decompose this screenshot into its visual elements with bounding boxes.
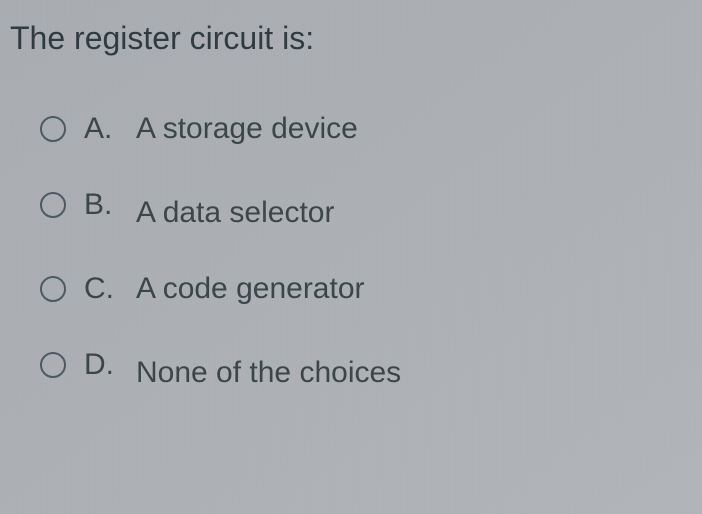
option-letter: A. — [84, 112, 136, 146]
option-text: A storage device — [136, 112, 358, 146]
question-text: The register circuit is: — [10, 20, 692, 57]
option-c[interactable]: C. A code generator — [40, 272, 692, 306]
option-d[interactable]: D. None of the choices — [40, 348, 692, 390]
option-letter: C. — [84, 272, 136, 306]
option-letter: D. — [84, 348, 136, 382]
option-a[interactable]: A. A storage device — [40, 112, 692, 146]
radio-icon[interactable] — [40, 192, 66, 218]
option-text: A code generator — [136, 272, 365, 306]
radio-icon[interactable] — [40, 276, 66, 302]
option-b[interactable]: B. A data selector — [40, 188, 692, 230]
option-text: A data selector — [136, 196, 334, 230]
radio-icon[interactable] — [40, 116, 66, 142]
option-text: None of the choices — [136, 356, 401, 390]
option-letter: B. — [84, 188, 136, 222]
options-container: A. A storage device B. A data selector C… — [10, 112, 692, 390]
radio-icon[interactable] — [40, 352, 66, 378]
